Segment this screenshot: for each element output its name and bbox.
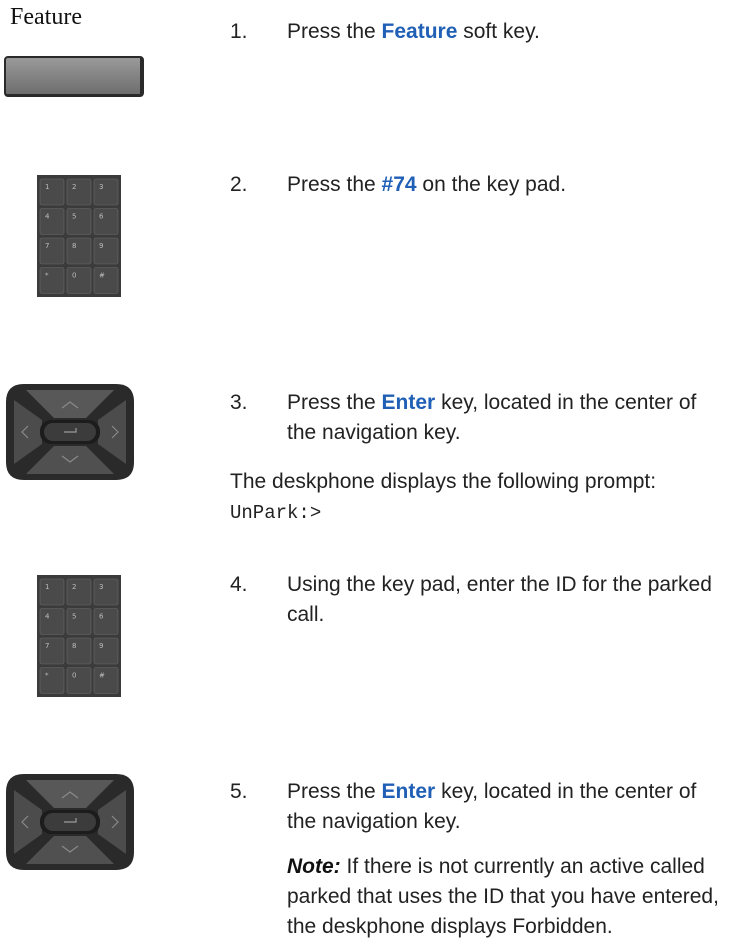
keypad-key <box>39 267 65 294</box>
step-4: 4. Using the key pad, enter the ID for t… <box>230 570 740 630</box>
keypad-key <box>93 578 119 606</box>
keyword-feature: Feature <box>381 20 458 43</box>
keypad-key-label: 6 <box>99 213 104 221</box>
keypad-key <box>39 578 65 606</box>
keypad-key-label: * <box>45 272 49 280</box>
keypad-key-label: 2 <box>72 583 76 591</box>
feature-softkey-label: Feature <box>10 4 82 30</box>
keypad-key <box>66 578 92 606</box>
keypad-key <box>93 237 119 265</box>
keypad-key-label: 1 <box>45 183 49 191</box>
keypad-key-label: 6 <box>99 613 104 621</box>
navigation-key-image <box>6 384 134 480</box>
step-5: 5. Press the Enter key, located in the c… <box>230 777 730 837</box>
step-number: 1. <box>230 20 248 43</box>
keypad-key-label: 0 <box>72 272 76 280</box>
keypad-key-label: 3 <box>99 183 103 191</box>
keypad-key <box>66 667 92 694</box>
note-paragraph: Note: If there is not currently an activ… <box>287 855 719 938</box>
keypad-image: 1 2 3 4 5 6 7 8 9 * 0 # <box>37 575 121 697</box>
step-3: 3. Press the Enter key, located in the c… <box>230 388 730 448</box>
keypad-key <box>39 608 65 635</box>
navigation-key-image <box>6 774 134 870</box>
keypad-key <box>93 267 119 294</box>
keypad-key <box>66 637 92 665</box>
keypad-key <box>93 608 119 635</box>
keypad-key-label: 0 <box>72 672 76 680</box>
keypad-key <box>66 608 92 635</box>
step-1: 1. Press the Feature soft key. <box>230 17 730 47</box>
prompt-text: UnPark:> <box>230 502 322 524</box>
display-prompt-note: The deskphone displays the following pro… <box>230 470 657 524</box>
keyword-74: #74 <box>381 173 417 196</box>
feature-softkey-image <box>4 56 144 97</box>
step-number: 5. <box>230 780 248 803</box>
keyword-enter: Enter <box>381 780 436 803</box>
step-number: 3. <box>230 391 248 414</box>
keypad-key <box>39 208 65 235</box>
keypad-key-label: 4 <box>45 613 50 621</box>
keypad-key <box>93 178 119 206</box>
keypad-key-label: 8 <box>72 242 76 250</box>
keypad-key <box>93 208 119 235</box>
step-2: 2. Press the #74 on the key pad. <box>230 170 730 200</box>
keypad-key-label: 7 <box>45 642 49 650</box>
keypad-key-label: 9 <box>99 242 103 250</box>
keypad-key-label: 4 <box>45 213 50 221</box>
keypad-key <box>66 237 92 265</box>
keypad-key-label: 5 <box>72 613 76 621</box>
keypad-key <box>39 178 65 206</box>
keypad-key-label: 9 <box>99 642 103 650</box>
keypad-key-label: 7 <box>45 242 49 250</box>
keypad-key-label: 2 <box>72 183 76 191</box>
keypad-key-label: # <box>99 272 105 280</box>
keypad-image: 1 2 3 4 5 6 7 8 9 * 0 # <box>37 175 121 297</box>
keypad-key <box>66 208 92 235</box>
keypad-key <box>39 667 65 694</box>
keypad-key <box>93 667 119 694</box>
step-number: 4. <box>230 573 248 596</box>
keypad-key <box>66 267 92 294</box>
keyword-enter: Enter <box>381 391 436 414</box>
keypad-key-label: 8 <box>72 642 76 650</box>
keypad-key-label: * <box>45 672 49 680</box>
keypad-key <box>93 637 119 665</box>
step-number: 2. <box>230 173 248 196</box>
keypad-key <box>39 637 65 665</box>
keypad-key <box>66 178 92 206</box>
keypad-key <box>39 237 65 265</box>
keypad-key-label: 3 <box>99 583 103 591</box>
keypad-key-label: # <box>99 672 105 680</box>
keypad-key-label: 5 <box>72 213 76 221</box>
keypad-key-label: 1 <box>45 583 49 591</box>
note-label: Note: <box>287 855 341 878</box>
